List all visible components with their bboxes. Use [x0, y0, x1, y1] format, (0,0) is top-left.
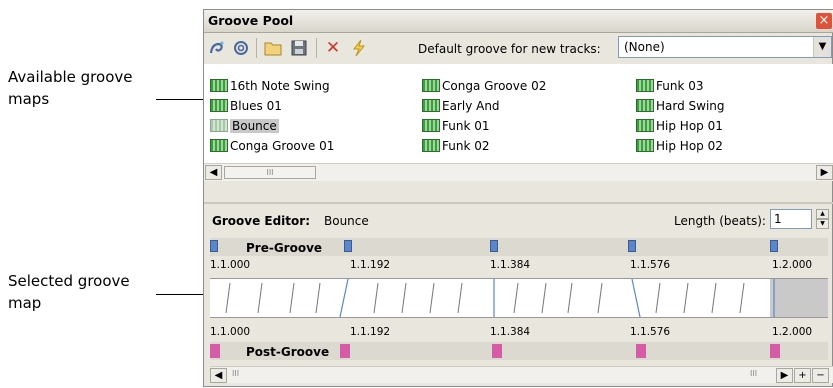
- groove-item[interactable]: 16th Note Swing: [210, 76, 334, 96]
- pre-groove-label: Pre-Groove: [246, 241, 323, 255]
- groove-grid[interactable]: [210, 278, 828, 318]
- toolbar: ✕ Default groove for new tracks: (None) …: [204, 33, 833, 63]
- post-groove-marker[interactable]: [636, 344, 646, 358]
- groove-map-icon: [422, 139, 440, 152]
- tick-label-top: 1.1.384: [490, 259, 531, 271]
- tick-label-bottom: 1.1.576: [630, 326, 671, 338]
- groove-item-selected[interactable]: Bounce: [210, 116, 334, 136]
- groove-map-icon: [636, 119, 654, 132]
- groove-new-icon[interactable]: [208, 39, 226, 57]
- groove-list: 16th Note Swing Blues 01 Bounce Conga Gr…: [204, 64, 833, 177]
- scroll-right-icon[interactable]: ▶: [816, 165, 833, 180]
- callout-available-leader: [156, 99, 206, 100]
- groove-clone-icon[interactable]: [232, 39, 250, 57]
- length-label: Length (beats):: [674, 214, 766, 228]
- scrollbar-grip[interactable]: III: [232, 369, 239, 378]
- groove-mapping-lines: [225, 278, 828, 318]
- groove-column-3: Funk 03 Hard Swing Hip Hop 01 Hip Hop 02: [636, 76, 725, 156]
- groove-item[interactable]: Funk 01: [422, 116, 546, 136]
- groove-map-icon: [422, 79, 440, 92]
- tick-label-top: 1.2.000: [772, 259, 813, 271]
- callout-available-line1: Available groove: [8, 68, 133, 86]
- folder-open-icon[interactable]: [264, 39, 282, 57]
- tick-label-top: 1.1.000: [210, 259, 251, 271]
- groove-item[interactable]: Funk 02: [422, 136, 546, 156]
- groove-item[interactable]: Funk 03: [636, 76, 725, 96]
- groove-item[interactable]: Conga Groove 01: [210, 136, 334, 156]
- pre-groove-marker[interactable]: [344, 240, 352, 252]
- groove-map-icon: [636, 79, 654, 92]
- toolbar-separator: [316, 38, 317, 58]
- post-groove-marker[interactable]: [340, 344, 350, 358]
- default-groove-select[interactable]: (None) ▼: [618, 36, 832, 58]
- groove-map-icon: [210, 79, 228, 92]
- toolbar-separator: [256, 38, 257, 58]
- groove-map-icon: [636, 99, 654, 112]
- callout-available-line2: maps: [8, 90, 50, 108]
- post-groove-marker[interactable]: [210, 344, 220, 358]
- scroll-left-icon[interactable]: ◀: [210, 368, 227, 383]
- groove-editor-name: Bounce: [324, 214, 369, 228]
- apply-groove-icon[interactable]: [350, 39, 368, 57]
- groove-editor-label: Groove Editor:: [212, 214, 310, 228]
- tick-label-top: 1.1.576: [630, 259, 671, 271]
- groove-map-icon: [422, 119, 440, 132]
- zoom-in-icon[interactable]: +: [794, 368, 811, 383]
- tick-label-bottom: 1.1.000: [210, 326, 251, 338]
- scroll-left-icon[interactable]: ◀: [205, 165, 222, 180]
- groove-list-scrollbar[interactable]: ◀ III ▶: [204, 163, 833, 181]
- groove-map-icon: [210, 139, 228, 152]
- scrollbar-grip[interactable]: III: [750, 369, 757, 378]
- groove-map-icon: [210, 99, 228, 112]
- callout-available-groove-maps: Available groove maps: [8, 66, 132, 110]
- spin-down-icon[interactable]: ▼: [816, 219, 829, 229]
- pre-groove-marker[interactable]: [210, 240, 218, 252]
- callout-selected-line1: Selected groove: [8, 272, 130, 290]
- groove-item[interactable]: Early And: [422, 96, 546, 116]
- groove-item[interactable]: Blues 01: [210, 96, 334, 116]
- default-groove-label: Default groove for new tracks:: [418, 42, 601, 56]
- tick-label-top: 1.1.192: [350, 259, 391, 271]
- callout-selected-line2: map: [8, 294, 42, 312]
- default-groove-value: (None): [624, 40, 665, 54]
- post-groove-marker[interactable]: [492, 344, 502, 358]
- groove-item[interactable]: Hip Hop 01: [636, 116, 725, 136]
- groove-map-icon: [210, 119, 228, 132]
- title-bar: Groove Pool ×: [204, 10, 833, 33]
- delete-icon[interactable]: ✕: [324, 39, 342, 57]
- scroll-right-icon[interactable]: ▶: [776, 368, 793, 383]
- close-button[interactable]: ×: [816, 13, 832, 29]
- groove-map-icon: [422, 99, 440, 112]
- spin-up-icon[interactable]: ▲: [816, 209, 829, 219]
- tick-label-bottom: 1.2.000: [772, 326, 813, 338]
- callout-selected-groove-map: Selected groove map: [8, 270, 130, 314]
- callout-selected-leader: [156, 294, 206, 295]
- groove-item[interactable]: Conga Groove 02: [422, 76, 546, 96]
- post-groove-marker[interactable]: [770, 344, 780, 358]
- groove-pool-window: Groove Pool × ✕ Default groove for new t…: [203, 9, 833, 387]
- tick-label-bottom: 1.1.192: [350, 326, 391, 338]
- length-spinner[interactable]: ▲ ▼: [816, 209, 829, 229]
- length-input[interactable]: 1: [770, 209, 812, 229]
- zoom-out-icon[interactable]: −: [812, 368, 829, 383]
- groove-column-2: Conga Groove 02 Early And Funk 01 Funk 0…: [422, 76, 546, 156]
- groove-editor: Pre-Groove 1.1.000 1.1.192 1.1.384 1.1.5…: [210, 238, 833, 388]
- groove-map-icon: [636, 139, 654, 152]
- pane-splitter[interactable]: [204, 202, 833, 204]
- window-title: Groove Pool: [208, 13, 294, 28]
- pre-groove-marker[interactable]: [628, 240, 636, 252]
- groove-item[interactable]: Hip Hop 02: [636, 136, 725, 156]
- save-icon[interactable]: [290, 39, 308, 57]
- chevron-down-icon[interactable]: ▼: [813, 37, 831, 57]
- post-groove-label: Post-Groove: [246, 345, 330, 359]
- tick-label-bottom: 1.1.384: [490, 326, 531, 338]
- editor-scrollbar[interactable]: ◀ III III ▶ + −: [210, 366, 833, 383]
- pre-groove-marker[interactable]: [490, 240, 498, 252]
- groove-item[interactable]: Hard Swing: [636, 96, 725, 116]
- pre-groove-marker[interactable]: [770, 240, 778, 252]
- groove-column-1: 16th Note Swing Blues 01 Bounce Conga Gr…: [210, 76, 334, 156]
- scrollbar-thumb[interactable]: III: [224, 166, 316, 179]
